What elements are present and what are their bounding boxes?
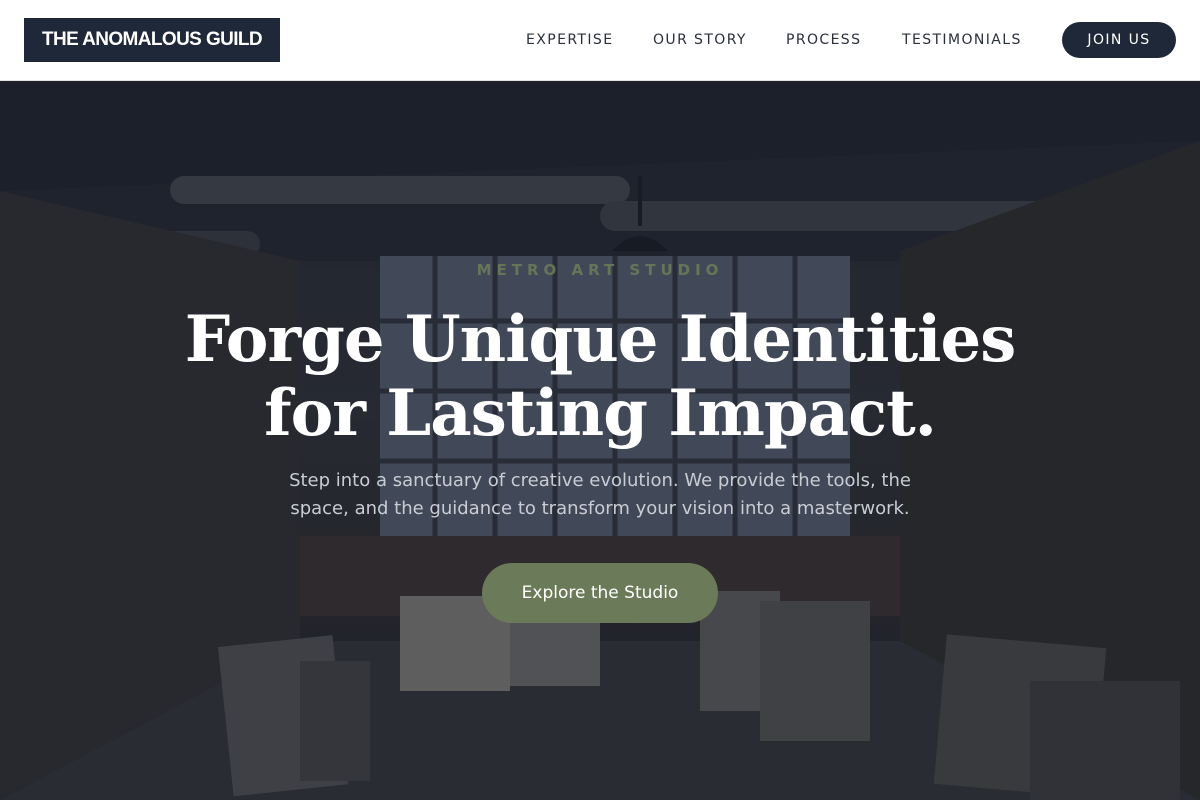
explore-studio-button[interactable]: Explore the Studio xyxy=(482,563,718,623)
hero-subtitle: Step into a sanctuary of creative evolut… xyxy=(289,470,911,519)
hero-eyebrow: METRO ART STUDIO xyxy=(476,261,724,279)
hero-headline: Forge Unique Identities for Lasting Impa… xyxy=(100,303,1100,451)
hero-headline-line-2: for Lasting Impact. xyxy=(264,376,937,451)
nav-link-expertise[interactable]: EXPERTISE xyxy=(526,30,613,50)
nav-link-our-story[interactable]: OUR STORY xyxy=(653,30,747,50)
site-header: THE ANOMALOUS GUILD EXPERTISE OUR STORY … xyxy=(0,0,1200,81)
join-us-button[interactable]: JOIN US xyxy=(1062,22,1176,58)
brand-logo[interactable]: THE ANOMALOUS GUILD xyxy=(24,18,280,62)
hero-headline-line-1: Forge Unique Identities xyxy=(184,302,1016,377)
nav-link-process[interactable]: PROCESS xyxy=(786,30,861,50)
hero-section: METRO ART STUDIO Forge Unique Identities… xyxy=(0,81,1200,800)
nav-link-testimonials[interactable]: TESTIMONIALS xyxy=(902,30,1022,50)
